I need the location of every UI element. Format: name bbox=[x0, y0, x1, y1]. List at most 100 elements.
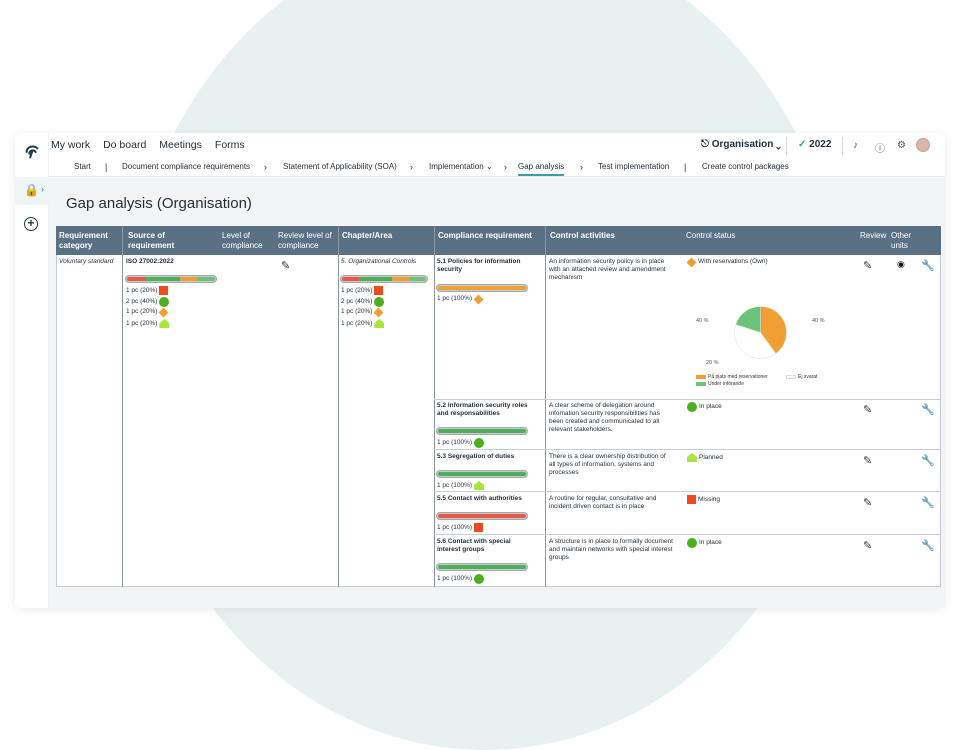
wrench-icon[interactable]: 🔧 bbox=[921, 403, 935, 416]
requirement-5-3-bar bbox=[436, 470, 528, 478]
tab-gap-analysis[interactable]: Gap analysis bbox=[518, 162, 565, 176]
in-place-circle-icon bbox=[687, 402, 697, 412]
divider bbox=[786, 137, 787, 155]
requirement-5-1-stat: 1 pc (100%) bbox=[437, 294, 484, 304]
status-5-2: In place bbox=[687, 402, 722, 412]
nav-my-work[interactable]: My work bbox=[51, 139, 90, 155]
chapter-stat-planned-label: 1 pc (20%) bbox=[341, 319, 373, 327]
edit-icon[interactable]: ✎ bbox=[863, 403, 872, 416]
tab-start[interactable]: Start bbox=[74, 162, 91, 171]
requirement-5-6-stat: 1 pc (100%) bbox=[437, 574, 485, 584]
chapter-stat-inplace-label: 2 pc (40%) bbox=[341, 298, 373, 305]
org-tree-icon: ⎋ bbox=[701, 139, 709, 150]
add-icon[interactable]: + bbox=[24, 217, 38, 231]
requirement-5-3: 5.3 Segregation of duties bbox=[437, 453, 515, 460]
column-divider bbox=[122, 226, 123, 587]
gear-icon[interactable]: ⚙ bbox=[897, 140, 906, 151]
status-5-5: Missing bbox=[687, 495, 720, 504]
header-compliance-requirement: Compliance requirement bbox=[438, 231, 532, 240]
activity-5-5: A routine for regular, consultative and … bbox=[549, 495, 657, 510]
source-stat-reservations: 1 pc (20%) bbox=[126, 307, 169, 317]
divider bbox=[842, 137, 843, 155]
requirement-5-2-stat: 1 pc (100%) bbox=[437, 438, 485, 448]
year-label: 2022 bbox=[809, 139, 832, 150]
edit-icon[interactable]: ✎ bbox=[863, 259, 872, 272]
avatar[interactable] bbox=[916, 138, 930, 152]
source-stat-reservations-label: 1 pc (20%) bbox=[126, 308, 158, 315]
app-logo-icon bbox=[25, 145, 39, 159]
chapter-stat-inplace: 2 pc (40%) bbox=[341, 297, 385, 307]
page-title: Gap analysis (Organisation) bbox=[66, 195, 252, 212]
chapter-stat-reservations: 1 pc (20%) bbox=[341, 307, 384, 317]
wrench-icon[interactable]: 🔧 bbox=[921, 454, 935, 467]
missing-square-icon bbox=[374, 286, 384, 295]
row-divider bbox=[434, 491, 941, 492]
header-review: Review bbox=[860, 231, 887, 240]
wrench-icon[interactable]: 🔧 bbox=[921, 259, 935, 272]
legend-item-reservations: På plats med reservationer bbox=[696, 374, 768, 380]
edit-icon[interactable]: ✎ bbox=[863, 454, 872, 467]
requirement-5-3-stat: 1 pc (100%) bbox=[437, 481, 485, 490]
tab-document-compliance[interactable]: Document compliance requirements bbox=[122, 162, 250, 171]
pie-label-right: 40 % bbox=[812, 318, 825, 324]
chevron-down-icon: ⌄ bbox=[776, 139, 781, 150]
requirement-5-2-stat-label: 1 pc (100%) bbox=[437, 439, 473, 446]
bell-icon[interactable]: ♪ bbox=[853, 140, 858, 151]
activity-5-6: A structure is in place to formally docu… bbox=[549, 538, 673, 561]
requirement-category-value: Voluntary standard bbox=[59, 258, 114, 265]
wrench-icon[interactable]: 🔧 bbox=[921, 539, 935, 552]
pie-slices bbox=[734, 306, 787, 359]
header-other-units: Other units bbox=[891, 231, 912, 250]
nav-do-board[interactable]: Do board bbox=[103, 139, 146, 155]
in-place-circle-icon bbox=[474, 574, 485, 584]
info-icon[interactable]: ⓘ bbox=[875, 140, 885, 155]
requirement-5-1: 5.1 Policies for information security bbox=[437, 258, 521, 273]
status-5-6: In place bbox=[687, 538, 722, 548]
activity-5-3: There is a clear ownership distribution … bbox=[549, 453, 666, 476]
reservations-diamond-icon bbox=[473, 294, 484, 304]
in-place-circle-icon bbox=[687, 538, 697, 548]
header-level: Level of compliance bbox=[222, 231, 263, 250]
wrench-icon[interactable]: 🔧 bbox=[921, 496, 935, 509]
edit-icon[interactable]: ✎ bbox=[863, 496, 872, 509]
check-circle-icon: ✓ bbox=[798, 139, 807, 150]
chapter-name: 5. Organizational Controls bbox=[341, 258, 417, 265]
reservations-diamond-icon bbox=[686, 257, 697, 267]
nav-forms[interactable]: Forms bbox=[215, 139, 245, 155]
chevron-right-icon: › bbox=[504, 162, 507, 172]
chevron-down-icon: ⌄ bbox=[485, 162, 493, 171]
planned-house-icon bbox=[687, 453, 697, 462]
tab-test-implementation[interactable]: Test implementation bbox=[598, 162, 669, 171]
status-5-1: With reservations (Own) bbox=[686, 257, 768, 267]
source-stat-inplace: 2 pc (40%) bbox=[126, 297, 170, 307]
divider-bar: | bbox=[684, 162, 687, 172]
chevron-right-icon[interactable]: › bbox=[41, 184, 44, 194]
chapter-stat-missing-label: 1 pc (20%) bbox=[341, 286, 373, 294]
row-divider bbox=[434, 449, 941, 450]
year-selector[interactable]: ✓ 2022 bbox=[798, 139, 831, 150]
activity-5-2: A clear scheme of delegation around info… bbox=[549, 402, 660, 433]
requirement-5-1-stat-label: 1 pc (100%) bbox=[437, 295, 473, 302]
row-divider bbox=[434, 534, 941, 535]
tab-soa[interactable]: Statement of Applicability (SOA) bbox=[283, 162, 397, 171]
status-5-3: Planned bbox=[687, 453, 723, 462]
chapter-progress-bar bbox=[340, 275, 428, 283]
legend-label: Under införande bbox=[708, 381, 744, 387]
source-stat-missing: 1 pc (20%) bbox=[126, 286, 169, 295]
chapter-stat-reservations-label: 1 pc (20%) bbox=[341, 308, 373, 315]
organisation-selector[interactable]: ⎋ Organisation ⌄ bbox=[701, 139, 781, 150]
planned-house-icon bbox=[474, 481, 485, 490]
edit-icon[interactable]: ✎ bbox=[863, 539, 872, 552]
status-5-5-label: Missing bbox=[698, 495, 721, 503]
tab-create-control-packages[interactable]: Create control packages bbox=[702, 162, 789, 171]
row-divider bbox=[434, 399, 941, 400]
header-requirement-category: Requirement category bbox=[59, 231, 108, 250]
tab-implementation[interactable]: Implementation ⌄ bbox=[429, 162, 493, 171]
missing-square-icon bbox=[687, 495, 696, 504]
legend-swatch bbox=[786, 375, 796, 379]
nav-meetings[interactable]: Meetings bbox=[159, 139, 202, 155]
pie-label-left: 40 % bbox=[696, 318, 709, 324]
legend-item-being-implemented: Under införande bbox=[696, 381, 744, 387]
eye-icon[interactable]: ◉ bbox=[897, 259, 905, 270]
edit-icon[interactable]: ✎ bbox=[281, 259, 290, 272]
